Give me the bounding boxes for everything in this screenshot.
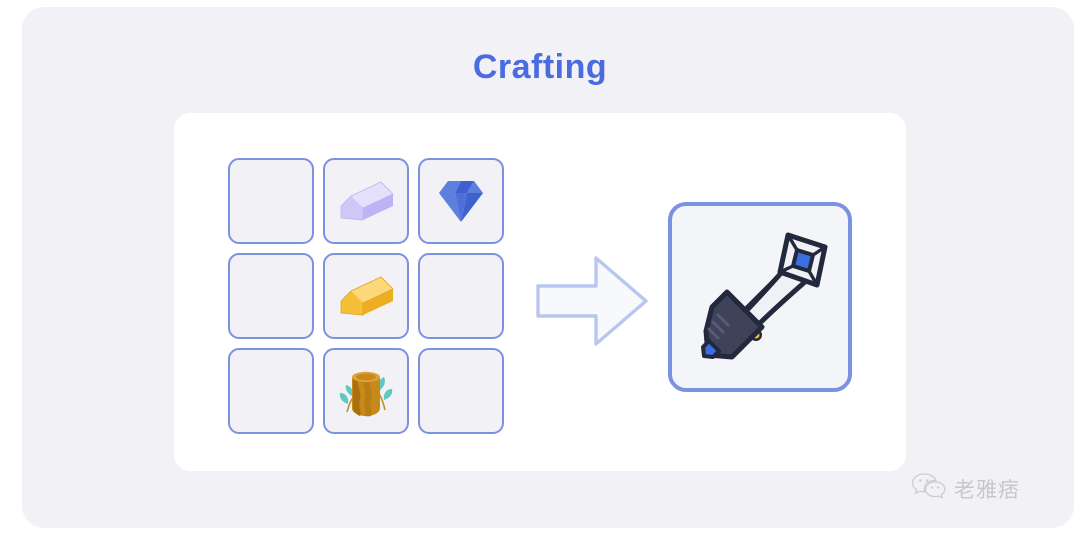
crafting-slot-6[interactable]	[228, 348, 314, 434]
crafting-slot-1[interactable]	[323, 158, 409, 244]
gold-ingot-icon	[337, 273, 395, 319]
crafting-screen: Crafting 老雅痞	[0, 0, 1080, 541]
watermark-text: 老雅痞	[954, 477, 1020, 502]
wechat-icon	[911, 472, 946, 505]
crafting-slot-3[interactable]	[228, 253, 314, 339]
crafting-slot-8[interactable]	[418, 348, 504, 434]
sword-icon	[684, 219, 836, 376]
result-slot[interactable]	[668, 202, 852, 392]
arrow-right-icon	[534, 252, 650, 350]
watermark: 老雅痞	[911, 472, 1020, 505]
crafting-slot-5[interactable]	[418, 253, 504, 339]
wood-log-icon	[335, 360, 397, 422]
crafting-slot-7[interactable]	[323, 348, 409, 434]
silver-ingot-icon	[337, 178, 395, 224]
crafting-slot-0[interactable]	[228, 158, 314, 244]
diamond-gem-icon	[435, 176, 487, 226]
crafting-grid	[228, 158, 508, 438]
crafting-slot-4[interactable]	[323, 253, 409, 339]
crafting-slot-2[interactable]	[418, 158, 504, 244]
page-title: Crafting	[472, 48, 608, 86]
